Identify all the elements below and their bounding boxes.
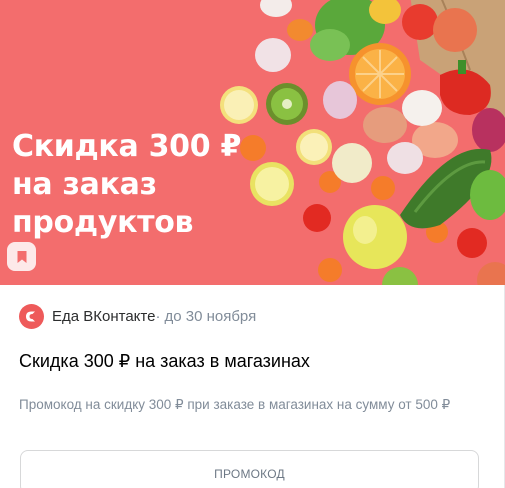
bookmark-button[interactable] bbox=[7, 242, 36, 271]
promo-card: Скидка 300 ₽ на заказ продуктов Еда ВКон… bbox=[0, 0, 505, 488]
banner-title: Скидка 300 ₽ на заказ продуктов bbox=[12, 128, 241, 242]
offer-deadline: до 30 ноября bbox=[164, 308, 257, 325]
offer-source: Еда ВКонтакте · до 30 ноября bbox=[19, 304, 256, 329]
offer-description: Промокод на скидку 300 ₽ при заказе в ма… bbox=[19, 397, 451, 412]
banner-title-line: на заказ bbox=[12, 167, 157, 202]
promo-code-button[interactable]: ПРОМОКОД bbox=[20, 450, 479, 488]
bookmark-icon bbox=[17, 250, 26, 263]
separator-dot: · bbox=[155, 308, 161, 325]
vk-food-logo-icon[interactable] bbox=[19, 304, 44, 329]
banner-title-line: продуктов bbox=[12, 205, 194, 240]
offer-title: Скидка 300 ₽ на заказ в магазинах bbox=[19, 351, 310, 371]
banner-title-line: Скидка 300 ₽ bbox=[12, 129, 242, 164]
source-name[interactable]: Еда ВКонтакте bbox=[52, 308, 155, 325]
offer-info: Еда ВКонтакте · до 30 ноября Скидка 300 … bbox=[0, 285, 505, 488]
promo-banner[interactable]: Скидка 300 ₽ на заказ продуктов bbox=[0, 0, 505, 285]
promo-code-button-label: ПРОМОКОД bbox=[214, 467, 285, 481]
